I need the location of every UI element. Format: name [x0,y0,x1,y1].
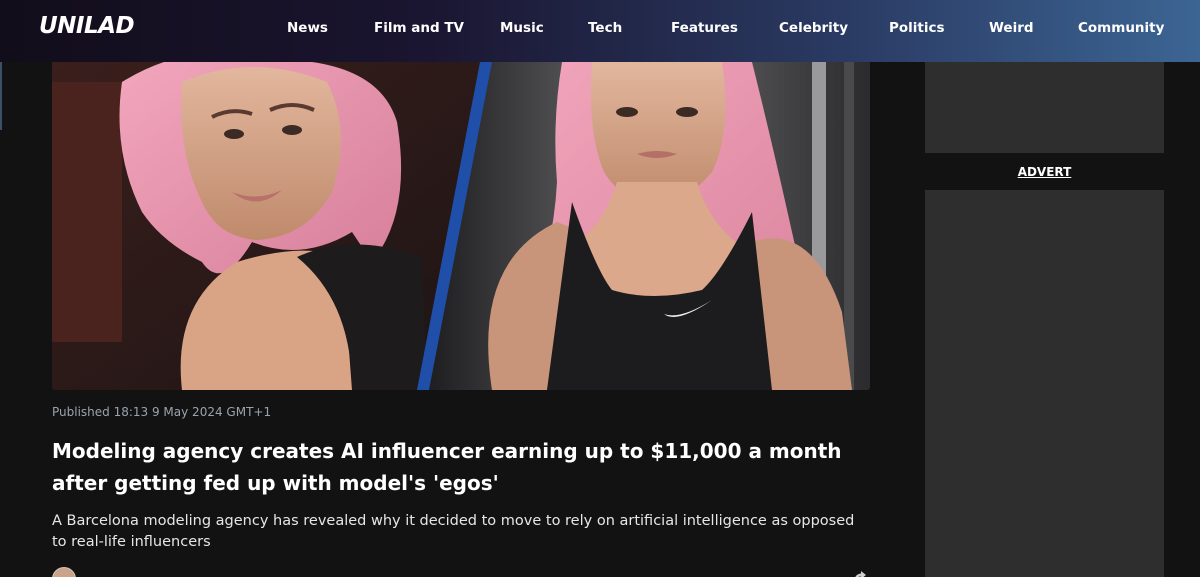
nav-item-community[interactable]: Community [1078,20,1164,36]
advert-label: ADVERT [925,165,1164,179]
nav-item-celebrity[interactable]: Celebrity [779,20,848,36]
article-summary: A Barcelona modeling agency has revealed… [52,513,855,550]
publish-date: Published 18:13 9 May 2024 GMT+1 [52,405,272,419]
advert-slot-top[interactable] [925,62,1164,153]
site-header: UNILAD News Film and TV Music Tech Featu… [0,0,1200,62]
nav-item-weird[interactable]: Weird [989,20,1034,36]
author-avatar[interactable] [52,567,76,577]
nav-item-news[interactable]: News [287,20,328,36]
nav-item-music[interactable]: Music [500,20,544,36]
advert-label-text: ADVERT [1017,165,1072,179]
nav-item-politics[interactable]: Politics [889,20,945,36]
main-nav: News Film and TV Music Tech Features Cel… [0,0,1200,62]
article-headline: Modeling agency creates AI influencer ea… [52,439,842,495]
hero-image[interactable] [52,62,870,390]
nav-item-film-and-tv[interactable]: Film and TV [374,20,464,36]
nav-item-features[interactable]: Features [671,20,738,36]
share-icon[interactable] [852,568,868,577]
advert-slot-main[interactable] [925,190,1164,577]
nav-item-tech[interactable]: Tech [588,20,622,36]
author-byline[interactable] [52,567,76,577]
left-edge-divider [0,62,2,130]
hero-image-illustration [52,62,870,390]
page: UNILAD News Film and TV Music Tech Featu… [0,0,1200,577]
